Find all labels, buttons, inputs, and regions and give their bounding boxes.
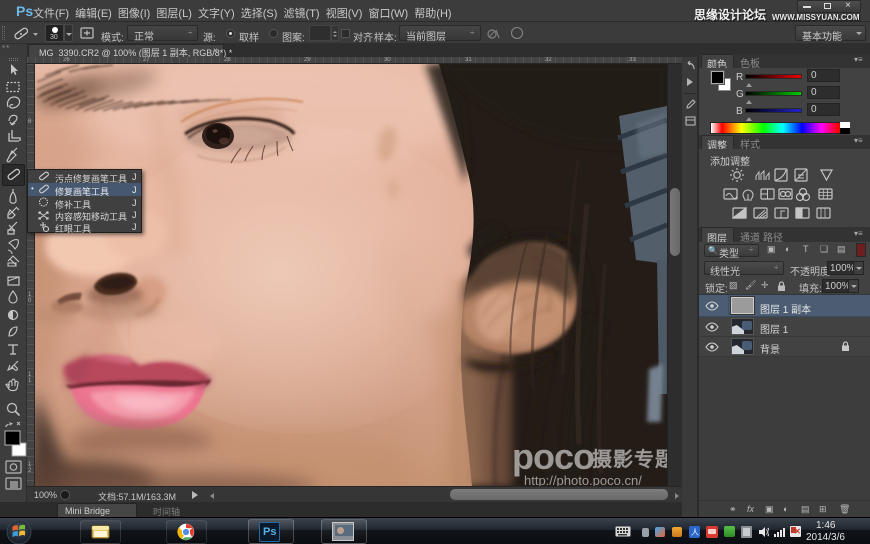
svg-text:http://photo.poco.cn/: http://photo.poco.cn/ — [524, 473, 642, 486]
svg-text:摄影专题: 摄影专题 — [592, 447, 667, 471]
svg-text:poco: poco — [512, 436, 594, 477]
